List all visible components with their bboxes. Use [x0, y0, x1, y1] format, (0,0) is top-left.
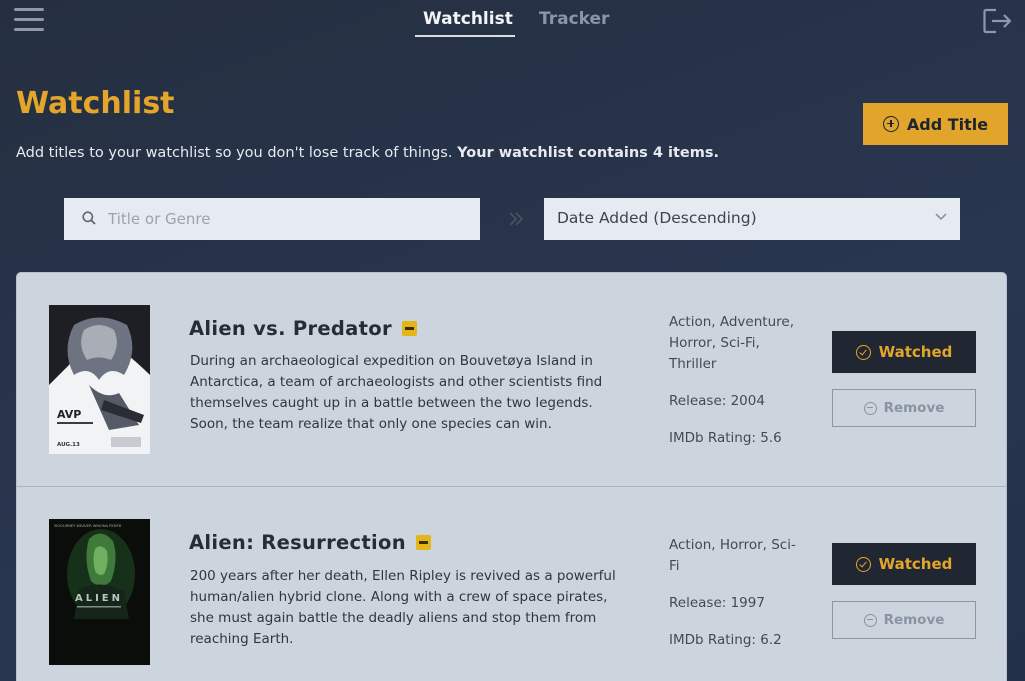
page-title: Watchlist: [16, 86, 175, 121]
list-item: AVP AUG.13 Alien vs. Predator During an …: [17, 273, 1006, 486]
add-title-button[interactable]: Add Title: [863, 103, 1008, 145]
watched-button[interactable]: Watched: [832, 543, 976, 585]
item-genres: Action, Adventure, Horror, Sci-Fi, Thril…: [669, 314, 794, 372]
remove-button[interactable]: Remove: [832, 389, 976, 427]
imdb-link-icon[interactable]: [401, 321, 417, 336]
search-icon: [82, 211, 96, 225]
item-release: Release: 1997: [669, 595, 765, 611]
subtitle-text: Add titles to your watchlist so you don'…: [16, 145, 458, 161]
minus-circle-icon: [863, 401, 877, 415]
check-circle-icon: [855, 556, 871, 572]
page-subtitle: Add titles to your watchlist so you don'…: [16, 145, 719, 161]
active-tab-indicator: [415, 35, 515, 37]
movie-poster: SIGOURNEY WEAVER WINONA RYDER ALIEN: [49, 519, 150, 665]
poster-date-text: AUG.13: [57, 442, 80, 448]
list-item: SIGOURNEY WEAVER WINONA RYDER ALIEN Alie…: [17, 486, 1006, 681]
item-release: Release: 2004: [669, 393, 765, 409]
imdb-link-icon[interactable]: [415, 535, 431, 550]
movie-poster: AVP AUG.13: [49, 305, 150, 454]
remove-button[interactable]: Remove: [832, 601, 976, 639]
remove-label: Remove: [883, 612, 945, 628]
poster-title-text: AVP: [57, 408, 81, 421]
search-box: [64, 198, 524, 240]
item-rating: IMDb Rating: 6.2: [669, 632, 782, 648]
poster-cast-text: SIGOURNEY WEAVER WINONA RYDER: [54, 524, 122, 528]
watchlist: AVP AUG.13 Alien vs. Predator During an …: [16, 272, 1007, 681]
plus-circle-icon: [882, 116, 899, 132]
double-chevron-right-icon[interactable]: [506, 210, 526, 228]
item-title: Alien vs. Predator: [189, 317, 417, 340]
top-nav: Watchlist Tracker: [0, 0, 1025, 42]
sort-select[interactable]: Date Added (Descending): [544, 198, 960, 240]
item-genres: Action, Horror, Sci-Fi: [669, 537, 796, 574]
item-rating: IMDb Rating: 5.6: [669, 430, 782, 446]
check-circle-icon: [855, 344, 871, 360]
item-title-text: Alien: Resurrection: [189, 531, 406, 554]
tab-watchlist[interactable]: Watchlist: [423, 9, 513, 29]
item-description: 200 years after her death, Ellen Ripley …: [190, 568, 616, 647]
tab-tracker[interactable]: Tracker: [539, 9, 609, 29]
item-description: During an archaeological expedition on B…: [190, 353, 603, 432]
search-input[interactable]: [108, 198, 438, 240]
poster-title-text: ALIEN: [75, 593, 123, 604]
sort-selected-value: Date Added (Descending): [557, 209, 757, 227]
item-count-text: Your watchlist contains 4 items.: [457, 145, 719, 161]
remove-label: Remove: [883, 400, 945, 416]
minus-circle-icon: [863, 613, 877, 627]
chevron-down-icon: [935, 213, 947, 221]
add-title-label: Add Title: [906, 114, 989, 134]
watched-button[interactable]: Watched: [832, 331, 976, 373]
item-title: Alien: Resurrection: [189, 531, 431, 554]
watched-label: Watched: [878, 343, 953, 361]
watched-label: Watched: [878, 555, 953, 573]
hamburger-menu-icon[interactable]: [14, 8, 44, 34]
logout-icon[interactable]: [982, 7, 1014, 35]
item-title-text: Alien vs. Predator: [189, 317, 392, 340]
